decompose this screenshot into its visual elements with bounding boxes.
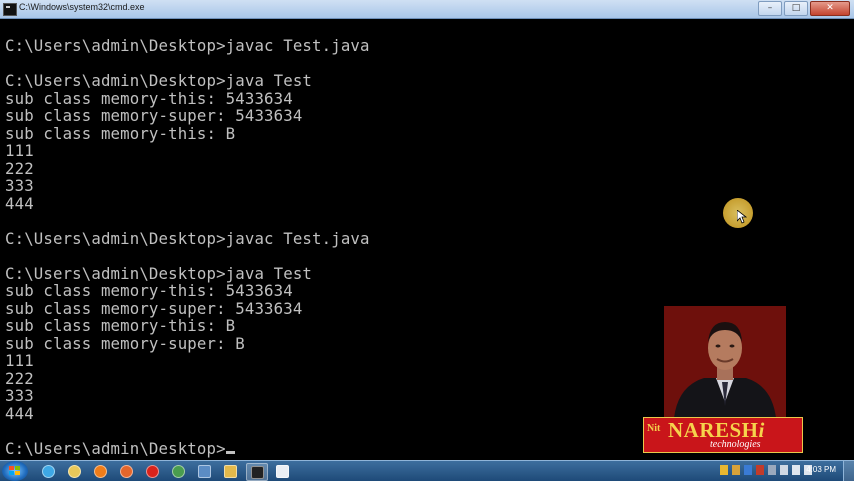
start-button[interactable] bbox=[2, 461, 28, 481]
console-line: sub class memory-this: B bbox=[5, 316, 236, 335]
tray-flag-icon[interactable] bbox=[720, 465, 728, 475]
opera-icon bbox=[145, 464, 159, 478]
chrome-icon bbox=[171, 464, 185, 478]
explorer-icon bbox=[67, 464, 81, 478]
taskbar-media-icon[interactable] bbox=[90, 463, 110, 479]
console-cursor bbox=[225, 450, 235, 454]
console-line: sub class memory-this: B bbox=[5, 123, 236, 143]
taskbar-clock[interactable]: 4:03 PM bbox=[806, 465, 836, 474]
document-icon bbox=[275, 464, 289, 478]
logo-subtitle: technologies bbox=[710, 439, 761, 450]
taskbar-ie-icon[interactable] bbox=[38, 463, 58, 479]
window-controls: – □ ✕ bbox=[758, 1, 850, 16]
console-line: 444 bbox=[5, 193, 34, 213]
system-tray[interactable] bbox=[720, 465, 812, 475]
console-line: sub class memory-super: B bbox=[5, 333, 245, 353]
logo-mark: Nit bbox=[647, 423, 661, 434]
taskbar-network-icon[interactable] bbox=[194, 463, 214, 479]
console-line: 111 bbox=[5, 141, 34, 160]
minimize-button[interactable]: – bbox=[758, 1, 782, 16]
console-line: C:\Users\admin\Desktop>java Test bbox=[5, 71, 313, 90]
tray-battery-icon[interactable] bbox=[780, 465, 788, 475]
console-line: 333 bbox=[5, 386, 34, 405]
taskbar-opera-icon[interactable] bbox=[142, 463, 162, 479]
tray-app-icon[interactable] bbox=[732, 465, 740, 475]
tray-bluetooth-icon[interactable] bbox=[744, 465, 752, 475]
tray-settings-icon[interactable] bbox=[768, 465, 776, 475]
console-line: sub class memory-super: 5433634 bbox=[5, 106, 303, 125]
window-titlebar[interactable]: C:\Windows\system32\cmd.exe – □ ✕ bbox=[0, 0, 854, 19]
console-line: sub class memory-super: 5433634 bbox=[5, 298, 303, 318]
media-icon bbox=[93, 464, 107, 478]
presenter-video bbox=[664, 306, 786, 418]
cmd-app-icon[interactable] bbox=[3, 3, 17, 16]
console-output: C:\Users\admin\Desktop>javac Test.java C:… bbox=[5, 37, 370, 457]
console-line: sub class memory-this: 5433634 bbox=[5, 281, 293, 300]
window-title: C:\Windows\system32\cmd.exe bbox=[19, 2, 145, 12]
tray-network-icon[interactable] bbox=[792, 465, 800, 475]
taskbar: 4:03 PM bbox=[0, 460, 854, 481]
tray-security-icon[interactable] bbox=[756, 465, 764, 475]
console-line: 111 bbox=[5, 351, 34, 370]
show-desktop-button[interactable] bbox=[843, 461, 854, 481]
windows-logo-icon bbox=[9, 466, 20, 475]
console-line: 222 bbox=[5, 368, 34, 388]
console-line: C:\Users\admin\Desktop>javac Test.java bbox=[5, 36, 370, 55]
console-line: C:\Users\admin\Desktop> bbox=[5, 439, 370, 458]
maximize-button[interactable]: □ bbox=[784, 1, 808, 16]
taskbar-document-icon[interactable] bbox=[272, 463, 292, 479]
nareshit-logo: Nit NARESHi technologies bbox=[643, 417, 803, 453]
taskbar-cmd-icon[interactable] bbox=[246, 463, 268, 481]
taskbar-folder-icon[interactable] bbox=[220, 463, 240, 479]
presenter-figure bbox=[664, 306, 786, 418]
network-icon bbox=[197, 464, 211, 478]
console-line: C:\Users\admin\Desktop>javac Test.java bbox=[5, 228, 370, 248]
close-button[interactable]: ✕ bbox=[810, 1, 850, 16]
taskbar-explorer-icon[interactable] bbox=[64, 463, 84, 479]
console-line: 222 bbox=[5, 158, 34, 178]
console-line: sub class memory-this: 5433634 bbox=[5, 88, 293, 108]
console-line: 444 bbox=[5, 403, 34, 423]
folder-icon bbox=[223, 464, 237, 478]
console-line: 333 bbox=[5, 176, 34, 195]
ie-icon bbox=[41, 464, 55, 478]
firefox-icon bbox=[119, 464, 133, 478]
taskbar-chrome-icon[interactable] bbox=[168, 463, 188, 479]
taskbar-firefox-icon[interactable] bbox=[116, 463, 136, 479]
mouse-pointer-icon bbox=[737, 210, 747, 224]
console-line: C:\Users\admin\Desktop>java Test bbox=[5, 263, 313, 283]
cmd-icon bbox=[250, 465, 264, 479]
